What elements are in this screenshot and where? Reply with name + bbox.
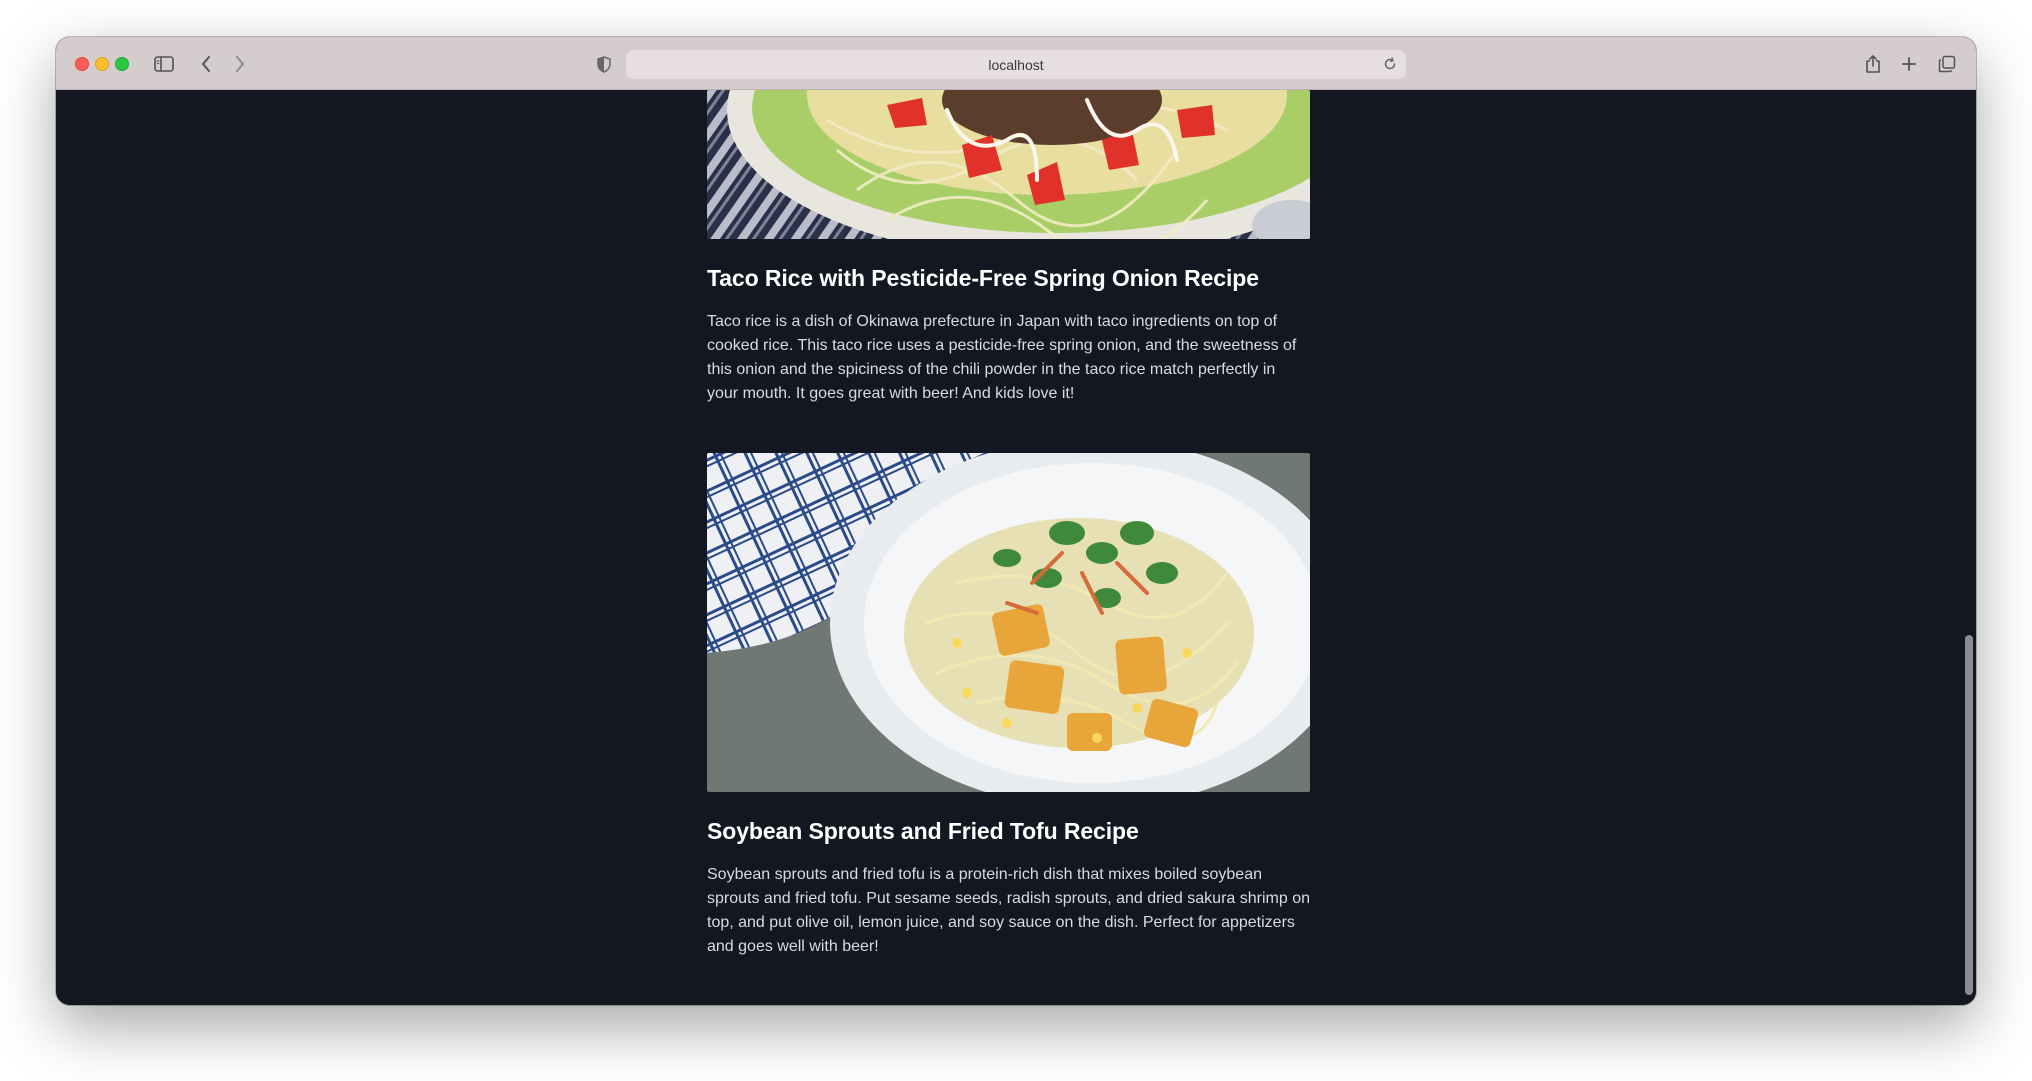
zoom-window-button[interactable]: [115, 57, 129, 71]
privacy-shield-icon[interactable]: [594, 51, 614, 77]
close-window-button[interactable]: [75, 57, 89, 71]
recipe-description: Soybean sprouts and fried tofu is a prot…: [707, 866, 1310, 955]
forward-arrow-icon[interactable]: [230, 51, 250, 77]
browser-window: localhost Taco Rice with Pesticide-Free …: [56, 37, 1976, 1005]
recipe-card: Taco Rice with Pesticide-Free Spring Oni…: [707, 90, 1310, 406]
scrollbar-thumb[interactable]: [1965, 635, 1973, 995]
taco-rice-photo: [707, 90, 1310, 239]
soybean-sprouts-photo: [707, 453, 1310, 792]
recipe-description: Taco rice is a dish of Okinawa prefectur…: [707, 313, 1297, 402]
tab-overview-icon[interactable]: [1936, 51, 1958, 77]
url-text: localhost: [988, 56, 1044, 73]
sidebar-toggle-icon[interactable]: [152, 51, 176, 77]
recipe-card: Soybean Sprouts and Fried Tofu Recipe So…: [707, 453, 1310, 959]
address-bar[interactable]: localhost: [626, 50, 1406, 79]
minimize-window-button[interactable]: [95, 57, 109, 71]
page-content: Taco Rice with Pesticide-Free Spring Oni…: [56, 90, 1976, 1005]
recipe-title[interactable]: Soybean Sprouts and Fried Tofu Recipe: [707, 816, 1310, 846]
new-tab-plus-icon[interactable]: [1899, 51, 1919, 77]
recipe-title[interactable]: Taco Rice with Pesticide-Free Spring Oni…: [707, 263, 1310, 293]
back-arrow-icon[interactable]: [196, 51, 216, 77]
reload-icon[interactable]: [1380, 54, 1400, 74]
scrollbar-track[interactable]: [1963, 90, 1976, 1005]
browser-toolbar: localhost: [56, 37, 1976, 90]
share-icon[interactable]: [1863, 51, 1883, 77]
